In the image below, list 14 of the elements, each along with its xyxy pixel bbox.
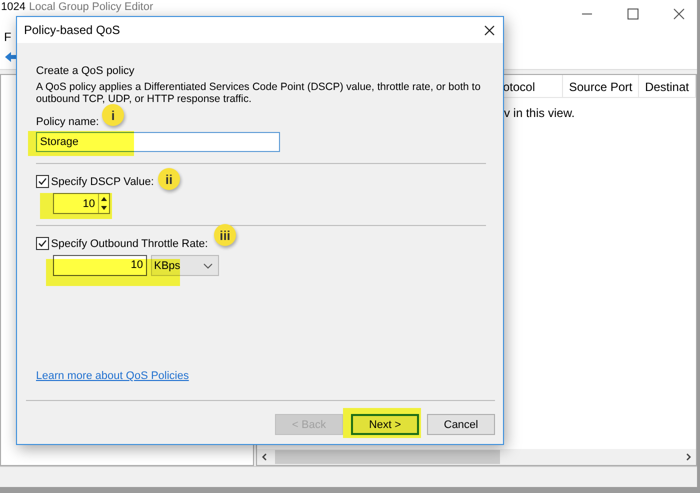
checkbox-label: Specify DSCP Value: <box>51 176 154 188</box>
wizard-button[interactable]: Cancel <box>427 414 495 435</box>
description-text: A QoS policy applies a Differentiated Services Code Point (DSCP) value, throttle rate, or both to outbound TCP, UDP, or HTTP response traffic. <box>36 81 482 105</box>
help-link[interactable]: Learn more about QoS Policies <box>36 370 189 382</box>
menu-item[interactable]: F <box>4 30 12 44</box>
column-header[interactable]: Source Port <box>562 75 639 97</box>
field-label: Policy name: <box>36 116 99 128</box>
checkbox-label: Specify Outbound Throttle Rate: <box>51 238 208 250</box>
section-heading: Create a QoS policy <box>36 65 134 77</box>
resolution-label: 1024 <box>1 1 26 13</box>
dialog-title: Policy-based QoS <box>24 23 120 37</box>
window-title: Local Group Policy Editor <box>29 1 154 13</box>
column-header[interactable]: Destinat <box>638 75 696 97</box>
empty-message: v in this view. <box>504 106 576 120</box>
